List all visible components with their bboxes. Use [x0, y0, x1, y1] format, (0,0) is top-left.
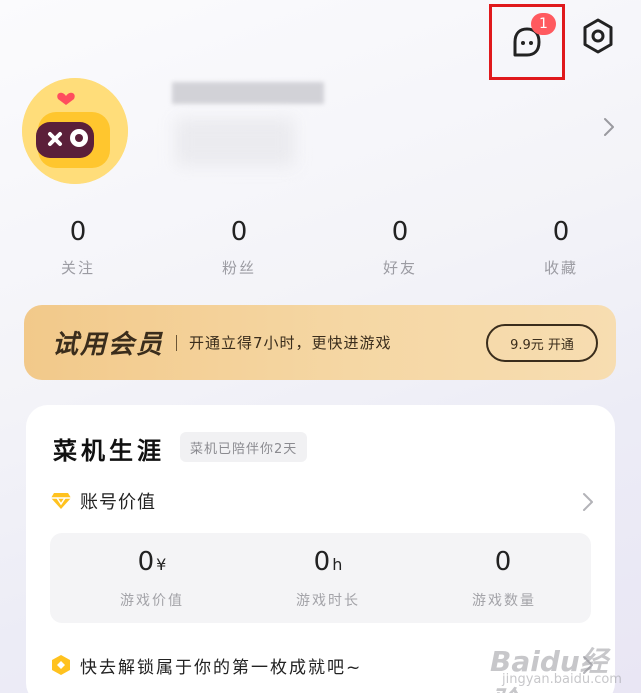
- metric-game-value: 0 ¥ 游戏价值: [82, 545, 222, 610]
- metric-game-count: 0 游戏数量: [434, 545, 574, 610]
- metric-value: 0h: [313, 547, 343, 577]
- stat-value: 0: [69, 217, 87, 247]
- stats-row: 0 关注 0 粉丝 0 好友 0 收藏: [0, 215, 641, 285]
- metric-value: 0 ¥: [137, 547, 167, 577]
- achievement-prompt: 快去解锁属于你的第一枚成就吧~: [80, 657, 363, 678]
- achievement-badge-icon: [52, 655, 70, 675]
- stat-favorites[interactable]: 0 收藏: [521, 215, 601, 278]
- vip-divider: [176, 334, 178, 351]
- username-blurred: [172, 82, 324, 104]
- stat-label: 收藏: [543, 259, 578, 277]
- stat-friends[interactable]: 0 好友: [360, 215, 440, 278]
- stat-label: 关注: [60, 259, 95, 277]
- vip-description: 开通立得7小时，更快进游戏: [189, 334, 392, 352]
- stat-following[interactable]: 0 关注: [38, 215, 118, 278]
- settings-icon[interactable]: [578, 16, 618, 56]
- user-info-blurred: [175, 118, 295, 166]
- chevron-right-icon: [583, 493, 593, 511]
- vip-activate-button[interactable]: 9.9元 开通: [486, 324, 598, 362]
- stat-label: 粉丝: [221, 259, 256, 277]
- account-value-label: 账号价值: [80, 492, 156, 513]
- vip-trial-banner[interactable]: 试用会员 开通立得7小时，更快进游戏 9.9元 开通: [24, 305, 616, 380]
- career-title: 菜机生涯: [53, 437, 165, 465]
- stat-value: 0: [230, 217, 248, 247]
- top-bar: 1: [0, 0, 641, 80]
- stat-value: 0: [552, 217, 570, 247]
- career-days-tag: 菜机已陪伴你2天: [180, 432, 308, 462]
- diamond-icon: [51, 493, 71, 509]
- vip-title: 试用会员: [52, 330, 165, 360]
- stat-value: 0: [391, 217, 409, 247]
- metric-unit: ¥: [156, 555, 167, 574]
- stat-fans[interactable]: 0 粉丝: [199, 215, 279, 278]
- watermark-sub: jingyan.baidu.com: [502, 672, 622, 687]
- career-metrics: 0 ¥ 游戏价值 0h 游戏时长 0 游戏数量: [50, 533, 591, 623]
- metric-label: 游戏数量: [472, 593, 536, 609]
- metric-value: 0: [494, 547, 512, 577]
- stat-label: 好友: [382, 259, 417, 277]
- account-value-row[interactable]: 账号价值: [50, 487, 595, 515]
- notification-badge: 1: [531, 13, 556, 35]
- message-button[interactable]: 1: [489, 4, 565, 80]
- avatar[interactable]: [22, 78, 128, 184]
- baidu-watermark: Baidu经验 jingyan.baidu.com: [488, 618, 634, 693]
- robot-avatar-icon: [22, 78, 128, 184]
- metric-game-time: 0h 游戏时长: [258, 545, 398, 610]
- metric-label: 游戏时长: [296, 593, 360, 609]
- metric-unit: h: [332, 555, 343, 574]
- profile-chevron-right-icon[interactable]: [600, 116, 618, 138]
- metric-label: 游戏价值: [120, 593, 184, 609]
